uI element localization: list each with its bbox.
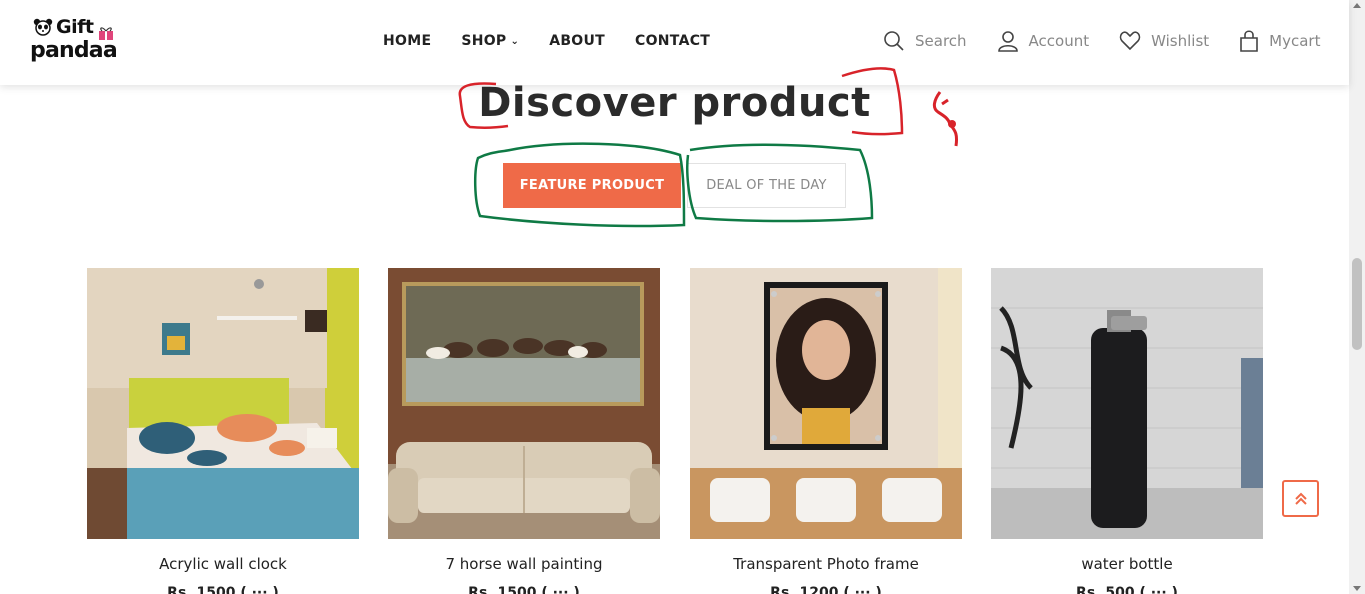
- nav-about[interactable]: ABOUT: [549, 33, 605, 49]
- nav-home-label: HOME: [383, 33, 432, 49]
- search-button[interactable]: Search: [883, 30, 967, 52]
- product-name[interactable]: 7 horse wall painting: [388, 555, 660, 573]
- horse-painting-image: [388, 268, 660, 539]
- water-bottle-image: [991, 268, 1263, 539]
- brand-logo[interactable]: Gift pandaa: [30, 16, 122, 68]
- product-name[interactable]: Transparent Photo frame: [690, 555, 962, 573]
- bedroom-image: [87, 268, 359, 539]
- scroll-thumb[interactable]: [1352, 258, 1362, 350]
- nav-about-label: ABOUT: [549, 33, 606, 49]
- product-card[interactable]: water bottle Rs. 500 ( ··· ): [991, 268, 1263, 594]
- chevron-down-icon: ⌄: [510, 35, 520, 47]
- bag-icon: [1240, 30, 1258, 52]
- photo-frame-image: [690, 268, 962, 539]
- brand-name-line1: Gift: [56, 16, 94, 38]
- heart-icon: [1119, 31, 1141, 51]
- product-price: Rs. 1500 ( ··· ): [468, 585, 580, 594]
- product-image[interactable]: [388, 268, 660, 539]
- section-title: Discover product: [478, 80, 871, 126]
- main-nav: HOME SHOP ⌄ ABOUT CONTACT: [383, 33, 740, 49]
- nav-shop[interactable]: SHOP ⌄: [461, 33, 519, 49]
- product-name[interactable]: Acrylic wall clock: [87, 555, 359, 573]
- product-image[interactable]: [87, 268, 359, 539]
- account-button[interactable]: Account: [997, 30, 1090, 52]
- product-name[interactable]: water bottle: [991, 555, 1263, 573]
- panda-icon: [33, 18, 53, 36]
- chevrons-up-icon: [1294, 492, 1307, 505]
- nav-shop-label: SHOP: [461, 33, 507, 49]
- cart-label: Mycart: [1269, 32, 1321, 50]
- product-card[interactable]: 7 horse wall painting Rs. 1500 ( ··· ): [388, 268, 660, 594]
- user-icon: [997, 31, 1018, 52]
- scroll-down-arrow[interactable]: [1353, 586, 1361, 591]
- product-card[interactable]: Acrylic wall clock Rs. 1500 ( ··· ): [87, 268, 359, 594]
- product-card[interactable]: Transparent Photo frame Rs. 1200 ( ··· ): [690, 268, 962, 594]
- product-price: Rs. 1200 ( ··· ): [770, 585, 882, 594]
- search-label: Search: [915, 32, 967, 50]
- header-actions: Search Account Wishlist Mycart: [883, 30, 1320, 52]
- product-image[interactable]: [991, 268, 1263, 539]
- wishlist-button[interactable]: Wishlist: [1119, 31, 1209, 51]
- product-price: Rs. 500 ( ··· ): [1076, 585, 1178, 594]
- scroll-up-arrow[interactable]: [1353, 3, 1361, 8]
- tab-deal-of-the-day[interactable]: DEAL OF THE DAY: [687, 163, 846, 208]
- brand-name-line2: pandaa: [30, 38, 118, 63]
- product-price: Rs. 1500 ( ··· ): [167, 585, 279, 594]
- nav-contact-label: CONTACT: [635, 33, 711, 49]
- nav-home[interactable]: HOME: [383, 33, 431, 49]
- back-to-top-button[interactable]: [1282, 480, 1319, 517]
- site-header: Gift pandaa HOME SHOP ⌄ ABOUT CONTACT Sea…: [0, 0, 1349, 85]
- account-label: Account: [1028, 32, 1090, 50]
- product-image[interactable]: [690, 268, 962, 539]
- wishlist-label: Wishlist: [1151, 32, 1210, 50]
- search-icon: [884, 31, 904, 51]
- cart-button[interactable]: Mycart: [1239, 30, 1320, 52]
- page-scrollbar[interactable]: [1349, 0, 1365, 594]
- tab-feature-product[interactable]: FEATURE PRODUCT: [503, 163, 681, 208]
- nav-contact[interactable]: CONTACT: [635, 33, 710, 49]
